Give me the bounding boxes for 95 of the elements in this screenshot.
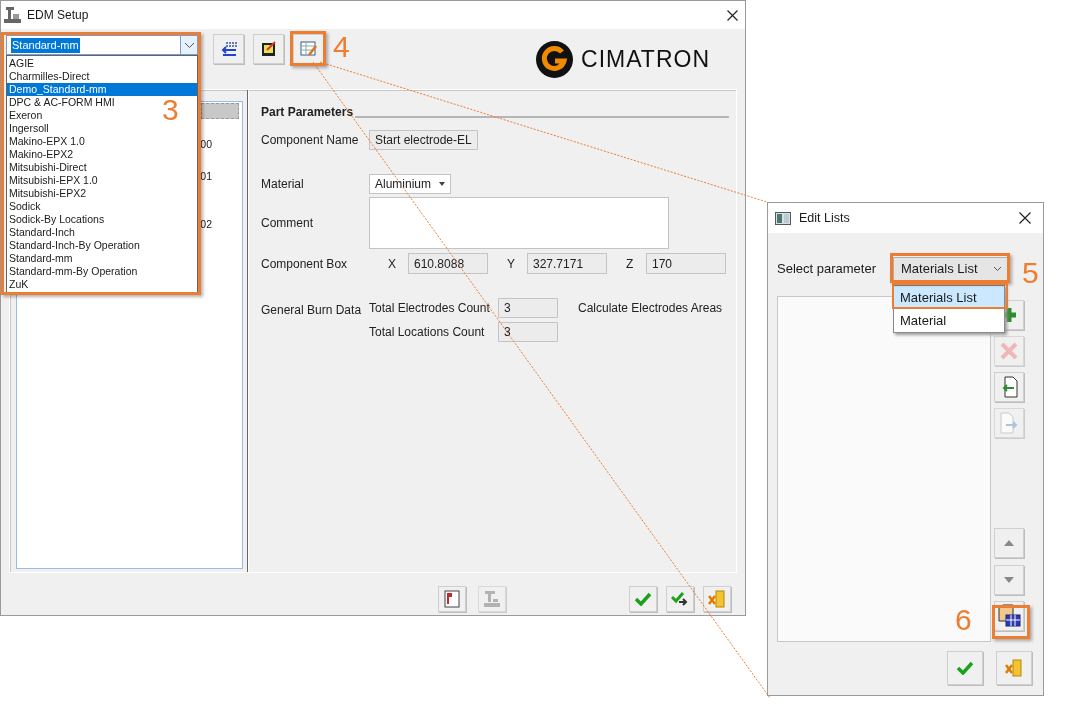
field-label: Select parameter (777, 260, 877, 279)
machine-icon (483, 590, 501, 608)
down-button[interactable] (994, 565, 1024, 595)
dropdown-option[interactable]: Standard-Inch-By Operation (7, 239, 142, 252)
caret-down-icon (439, 182, 445, 186)
comment-field[interactable] (369, 197, 669, 249)
down-triangle-icon (1004, 577, 1014, 583)
list-arrows-icon (219, 41, 238, 57)
dropdown-option[interactable]: Materials List (894, 285, 1004, 309)
column-header (201, 103, 239, 119)
edit-table-icon (299, 41, 318, 57)
coordinate-field[interactable]: 170 (646, 253, 726, 274)
apply-button[interactable] (666, 586, 694, 612)
dropdown-option[interactable]: Standard-Inch (7, 226, 77, 239)
tree-item-text: 00 (200, 137, 212, 152)
up-button[interactable] (994, 528, 1024, 558)
count-field[interactable]: 3 (498, 322, 558, 342)
field-label: General Burn Data (261, 302, 363, 319)
tree-item-text: 02 (200, 216, 212, 232)
up-triangle-icon (1004, 540, 1014, 546)
exit-door-icon (708, 590, 726, 608)
box-table-icon (997, 604, 1021, 628)
dropdown-button[interactable] (180, 36, 197, 54)
dropdown-option[interactable]: Exeron (7, 109, 45, 122)
close-icon (726, 9, 738, 21)
ok-button[interactable] (629, 586, 657, 612)
calculate-areas-link[interactable]: Calculate Electrodes Areas (578, 299, 723, 342)
step-number: 5 (1022, 257, 1039, 289)
export-document-icon (1000, 412, 1018, 434)
step-number: 6 (955, 604, 972, 636)
dropdown-option[interactable]: AGIE (7, 57, 37, 70)
field-label: Component Box (261, 255, 349, 273)
delete-x-icon (1000, 342, 1018, 360)
close-icon (1019, 212, 1031, 224)
coordinate-field[interactable]: 327.7171 (527, 253, 607, 274)
dropdown-option[interactable]: Material (894, 308, 1004, 332)
list-arrows-button[interactable] (213, 34, 244, 64)
count-field[interactable]: 3 (498, 298, 558, 318)
dropdown-option[interactable]: Makino-EPX2 (7, 148, 76, 161)
dropdown-option[interactable]: Mitsubishi-EPX2 (7, 187, 89, 200)
dropdown-option[interactable]: Standard-mm-By Operation (7, 265, 140, 278)
section-heading: Part Parameters (261, 104, 354, 121)
dropdown-value: Aluminium (375, 176, 431, 193)
dropdown-option[interactable]: Mitsubishi-EPX 1.0 (7, 174, 100, 187)
dropdown-option[interactable]: ZuK (7, 278, 31, 291)
dropdown-option[interactable]: Charmilles-Direct (7, 70, 92, 83)
field-label: Total Electrodes Count (369, 300, 491, 317)
dropdown-value: Materials List (901, 260, 978, 279)
checkmark-arrow-icon (671, 591, 689, 607)
axis-label: Z (626, 255, 635, 273)
checkmark-icon (634, 592, 652, 606)
dropdown-option[interactable]: Demo_Standard-mm (7, 83, 197, 96)
field-label: Total Locations Count (369, 324, 486, 341)
setup-combo-box[interactable]: Standard-mm (6, 35, 198, 55)
dropdown-option[interactable]: Ingersoll (7, 122, 51, 135)
field-label: Material (261, 176, 305, 193)
material-dropdown[interactable]: Aluminium (369, 174, 451, 194)
logo-mark-icon (536, 41, 574, 78)
exit-button[interactable] (996, 651, 1032, 685)
dropdown-option[interactable]: Mitsubishi-Direct (7, 161, 89, 174)
step-number: 3 (162, 94, 179, 126)
report-button[interactable] (438, 586, 466, 612)
step-number: 4 (333, 31, 350, 63)
axis-label: X (388, 255, 397, 273)
field-label: Component Name (261, 132, 360, 149)
ok-button[interactable] (947, 651, 983, 685)
machine-icon (4, 6, 21, 24)
exit-button[interactable] (703, 586, 731, 612)
chevron-down-icon (994, 267, 1001, 271)
import-document-icon (1000, 376, 1018, 398)
highlight-frame (992, 605, 1030, 639)
window-title: Edit Lists (799, 209, 851, 227)
report-document-icon (444, 590, 460, 608)
save-button[interactable] (253, 34, 284, 64)
axis-label: Y (507, 255, 516, 273)
combo-value: Standard-mm (11, 37, 80, 53)
checkmark-icon (956, 661, 974, 675)
dropdown-option[interactable]: Makino-EPX 1.0 (7, 135, 87, 148)
coordinate-field[interactable]: 610.8088 (408, 253, 488, 274)
logo-text: CIMATRON (581, 45, 710, 75)
chevron-down-icon (184, 42, 194, 48)
highlight-frame (290, 31, 326, 66)
exit-door-icon (1005, 659, 1023, 677)
window-icon (775, 211, 791, 225)
parameter-dropdown[interactable]: Materials List (893, 256, 1008, 282)
component-name-field[interactable]: Start electrode-EL (369, 130, 478, 150)
dropdown-option[interactable]: Standard-mm (7, 252, 75, 265)
dropdown-option[interactable]: Sodick-By Locations (7, 213, 107, 226)
field-label: Comment (261, 215, 314, 232)
tree-item-text: 01 (200, 168, 212, 184)
dropdown-option[interactable]: DPC & AC-FORM HMI (7, 96, 117, 109)
dropdown-option[interactable]: Sodick (7, 200, 43, 213)
window-title: EDM Setup (27, 7, 90, 24)
save-pencil-icon (260, 41, 277, 57)
import-button[interactable] (994, 372, 1024, 402)
